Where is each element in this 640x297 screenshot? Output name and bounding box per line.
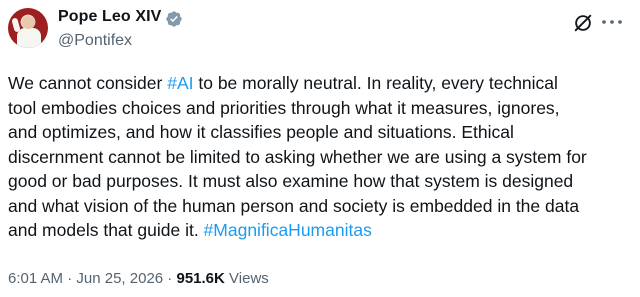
tweet-date[interactable]: Jun 25, 2026 [76, 270, 163, 287]
tweet-text-segment: and models that guide it. [8, 220, 204, 240]
meta-separator: · [63, 270, 77, 287]
tweet-text-segment: discernment cannot be limited to asking … [8, 146, 587, 167]
verified-badge-icon[interactable] [165, 10, 183, 28]
views-count: 951.6K [176, 270, 225, 287]
tweet-text: We cannot consider #AI to be morally neu… [8, 71, 618, 243]
tweet-line: and optimizes, and how it classifies peo… [8, 120, 618, 145]
tweet-text-segment: and optimizes, and how it classifies peo… [8, 122, 514, 142]
avatar[interactable] [8, 8, 48, 48]
hashtag-link[interactable]: #AI [167, 73, 193, 93]
tweet-text-segment: to be morally neutral. In reality, every… [193, 73, 558, 93]
views-label: Views [229, 270, 269, 287]
author-handle[interactable]: @Pontifex [58, 32, 132, 50]
tweet-time[interactable]: 6:01 AM [8, 270, 63, 287]
more-options-icon[interactable] [600, 18, 624, 26]
hashtag-link[interactable]: #MagnificaHumanitas [204, 220, 372, 240]
tweet-text-segment: and what vision of the human person and … [8, 195, 580, 216]
grok-icon[interactable] [572, 12, 594, 34]
tweet-line: good or bad purposes. It must also exami… [8, 169, 618, 194]
tweet-line: tool embodies choices and priorities thr… [8, 96, 618, 121]
meta-separator: · [163, 270, 177, 287]
avatar-robe [17, 28, 41, 48]
tweet-line: discernment cannot be limited to asking … [8, 145, 618, 170]
tweet-text-segment: We cannot consider [8, 73, 168, 93]
tweet-line: and what vision of the human person and … [8, 194, 618, 219]
tweet-text-segment: tool embodies choices and priorities thr… [8, 97, 560, 118]
tweet-metadata: 6:01 AM · Jun 25, 2026 · 951.6K Views [8, 270, 269, 287]
tweet-line: We cannot consider #AI to be morally neu… [8, 71, 618, 96]
tweet-line: and models that guide it. #MagnificaHuma… [8, 218, 618, 243]
avatar-head [22, 16, 35, 29]
tweet-text-segment: good or bad purposes. It must also exami… [8, 171, 574, 191]
author-display-name[interactable]: Pope Leo XIV [58, 8, 161, 26]
